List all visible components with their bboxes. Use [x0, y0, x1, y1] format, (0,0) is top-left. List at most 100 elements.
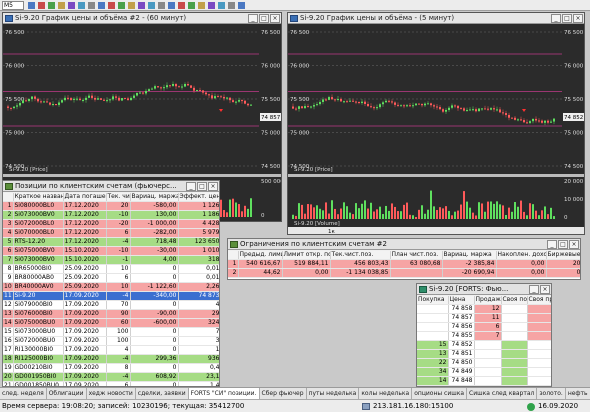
sell-qty-cell[interactable] — [474, 367, 502, 377]
column-header[interactable]: Покупка — [417, 296, 449, 305]
column-header[interactable]: Биржевые — [546, 251, 580, 260]
column-header[interactable]: Вариац. маржа — [130, 193, 179, 202]
column-header[interactable]: Лимит откр. поз. — [282, 251, 331, 260]
workspace-tab[interactable]: золото. — [537, 388, 566, 399]
price-cell[interactable]: 74 851 — [448, 349, 475, 359]
column-header[interactable]: Тек.чист.поз. — [330, 251, 391, 260]
table-row[interactable]: 4 Si070000BL0 17.12.2020 6 -282,00 5 979 — [3, 228, 219, 238]
bid-row[interactable]: 14 74 848 — [417, 376, 551, 386]
buy-qty-cell[interactable]: 34 — [417, 367, 449, 377]
bid-row[interactable]: 34 74 849 — [417, 367, 551, 377]
toolbar-button-icon[interactable] — [88, 2, 95, 9]
table-row[interactable]: 11 Si-9.20 17.09.2020 -4 -340,00 74 873 — [3, 291, 219, 301]
column-header[interactable]: Накоплен. доход — [496, 251, 547, 260]
ask-row[interactable]: 74 855 7 — [417, 331, 551, 341]
workspace-tab[interactable]: путы неделька — [307, 388, 360, 399]
table-row[interactable]: 16 Si072000BU0 17.09.2020 100 0 3 — [3, 336, 219, 346]
toolbar-button-icon[interactable] — [58, 2, 65, 9]
price-cell[interactable]: 74 856 — [448, 322, 475, 332]
bid-row[interactable]: 15 74 852 — [417, 340, 551, 350]
bid-row[interactable]: 22 74 850 — [417, 358, 551, 368]
column-header[interactable]: Цена — [448, 296, 475, 305]
minimize-button[interactable]: _ — [186, 182, 196, 191]
close-button[interactable]: × — [208, 182, 218, 191]
table-row[interactable]: 3 Si072000BL0 17.12.2020 -20 -1 000,00 4 428 — [3, 219, 219, 229]
toolbar-button-icon[interactable] — [108, 2, 115, 9]
toolbar-button-icon[interactable] — [68, 2, 75, 9]
table-row[interactable]: 7 Si073000BV0 15.10.2020 -1 4,00 318 — [3, 255, 219, 265]
buy-qty-cell[interactable] — [417, 304, 449, 314]
toolbar-button-icon[interactable] — [118, 2, 125, 9]
table-row[interactable]: 19 GD00210BI0 17.09.2020 8 0 0,4 — [3, 363, 219, 373]
toolbar-button-icon[interactable] — [188, 2, 195, 9]
sell-qty-cell[interactable]: 12 — [474, 304, 502, 314]
price-cell[interactable]: 74 858 — [448, 304, 475, 314]
sell-qty-cell[interactable] — [474, 349, 502, 359]
table-row[interactable]: 1 Si080000BL0 17.12.2020 20 -580,00 1 126 — [3, 201, 219, 211]
workspace-tab[interactable]: нефть — [566, 388, 590, 399]
column-header[interactable]: Краткое название — [13, 193, 64, 202]
positions-table[interactable]: Краткое названиеДата погашеТек. чистВари… — [3, 193, 219, 386]
minimize-button[interactable]: _ — [547, 240, 557, 249]
toolbar-button-icon[interactable] — [128, 2, 135, 9]
toolbar-button-icon[interactable] — [208, 2, 215, 9]
toolbar-button-icon[interactable] — [78, 2, 85, 9]
order-book-window[interactable]: Si-9.20 [FORTS: Фью... _ × Покупка Цена Пр… — [416, 283, 552, 387]
ask-row[interactable]: 74 856 6 — [417, 322, 551, 332]
table-row[interactable]: 13 Si076000BI0 17.09.2020 90 -90,00 29 — [3, 309, 219, 319]
minimize-button[interactable]: _ — [248, 14, 258, 23]
price-cell[interactable]: 74 850 — [448, 358, 475, 368]
price-cell[interactable]: 74 857 — [448, 313, 475, 323]
buy-qty-cell[interactable]: 22 — [417, 358, 449, 368]
table-row[interactable]: 5 RTS-12.20 17.12.2020 -4 718,48 123 650 — [3, 237, 219, 247]
minimize-button[interactable]: _ — [529, 285, 539, 294]
buy-qty-cell[interactable]: 15 — [417, 340, 449, 350]
toolbar-button-icon[interactable] — [38, 2, 45, 9]
maximize-button[interactable]: □ — [259, 14, 269, 23]
toolbar-button-icon[interactable] — [178, 2, 185, 9]
price-cell[interactable]: 74 848 — [448, 376, 475, 386]
maximize-button[interactable]: □ — [562, 14, 572, 23]
table-row[interactable]: 10 BR40000AV0 25.09.2020 10 -1 122,60 2,26 — [3, 282, 219, 292]
workspace-tab[interactable]: Сишка след квартал — [467, 388, 538, 399]
toolbar-button-icon[interactable] — [158, 2, 165, 9]
column-header[interactable]: План чист.поз. — [390, 251, 443, 260]
table-row[interactable]: 18 RI125000BI0 17.09.2020 -4 299,36 936 — [3, 354, 219, 364]
price-cell[interactable]: 74 849 — [448, 367, 475, 377]
toolbar-button-icon[interactable] — [28, 2, 35, 9]
ask-row[interactable]: 74 858 12 — [417, 304, 551, 314]
buy-qty-cell[interactable] — [417, 331, 449, 341]
workspace-tab[interactable]: след. неделя — [0, 388, 47, 399]
table-row[interactable]: 15 Si073000BU0 17.09.2020 100 0 7 — [3, 327, 219, 337]
sell-qty-cell[interactable] — [474, 358, 502, 368]
table-row[interactable]: 8 BR65000BI0 25.09.2020 10 0 0,01 — [3, 264, 219, 274]
workspace-tab[interactable]: сделки, заявки — [136, 388, 189, 399]
workspace-tab[interactable]: опционы сишка — [412, 388, 468, 399]
toolbar-button-icon[interactable] — [168, 2, 175, 9]
buy-qty-cell[interactable] — [417, 322, 449, 332]
toolbar-button-icon[interactable] — [238, 2, 245, 9]
close-button[interactable]: × — [569, 240, 579, 249]
sell-qty-cell[interactable] — [474, 340, 502, 350]
order-book-table[interactable]: ПокупкаЦенаПродажаСвоя поСвоя пр 74 8581… — [417, 296, 551, 386]
sell-qty-cell[interactable]: 7 — [474, 331, 502, 341]
table-row[interactable]: 20 GD001950BI0 17.09.2020 -4 608,92 23,1 — [3, 372, 219, 382]
column-header[interactable]: Вариац. маржа — [442, 251, 497, 260]
chart-window-5min[interactable]: Si-9.20 График цены и объёма - (5 минут)… — [287, 12, 585, 235]
buy-qty-cell[interactable]: 14 — [417, 376, 449, 386]
column-header[interactable]: Предыд. лимит — [238, 251, 283, 260]
bid-row[interactable]: 13 74 851 — [417, 349, 551, 359]
column-header[interactable]: Тек. чист — [106, 193, 131, 202]
price-cell[interactable]: 74 852 — [448, 340, 475, 350]
maximize-button[interactable]: □ — [197, 182, 207, 191]
workspace-tab[interactable]: FORTS "СИ" позиции. — [188, 388, 260, 399]
maximize-button[interactable]: □ — [558, 240, 568, 249]
toolbar-button-icon[interactable] — [138, 2, 145, 9]
toolbar-button-icon[interactable] — [48, 2, 55, 9]
workspace-tab[interactable]: Облигации — [47, 388, 87, 399]
sell-qty-cell[interactable]: 6 — [474, 322, 502, 332]
close-button[interactable]: × — [540, 285, 550, 294]
limits-table[interactable]: Предыд. лимитЛимит откр. поз.Тек.чист.по… — [228, 251, 580, 278]
table-row[interactable]: 12 Si079000BI0 17.09.2020 70 0 4 — [3, 300, 219, 310]
toolbar-button-icon[interactable] — [218, 2, 225, 9]
